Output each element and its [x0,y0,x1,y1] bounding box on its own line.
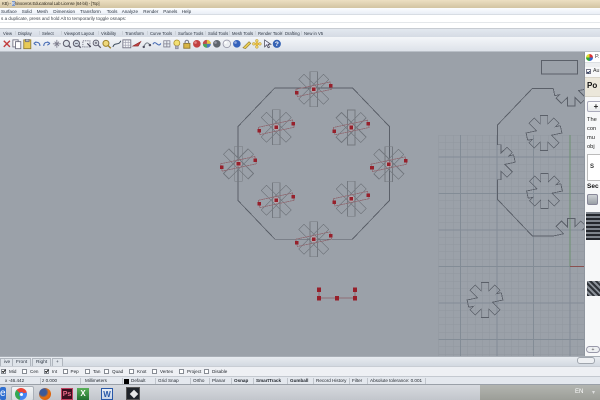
svg-text:?: ? [275,41,279,48]
